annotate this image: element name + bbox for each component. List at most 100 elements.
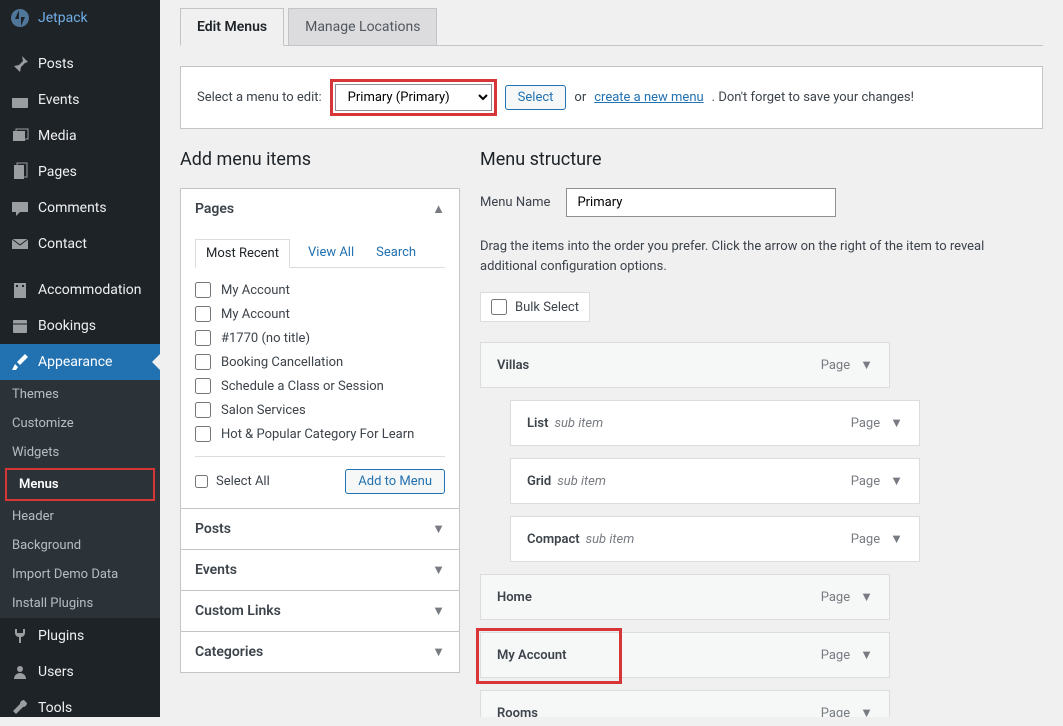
comments-icon [10,198,30,218]
sidebar-item-posts[interactable]: Posts [0,46,160,82]
menu-item-rooms[interactable]: Rooms Page▼ [480,690,890,717]
accordion-custom-links-header[interactable]: Custom Links ▼ [181,591,459,631]
menu-item-compact[interactable]: Compactsub item Page▼ [510,516,920,562]
page-checkbox[interactable] [195,354,211,370]
page-checkbox[interactable] [195,378,211,394]
tab-manage-locations[interactable]: Manage Locations [288,8,437,45]
sidebar-item-contact[interactable]: Contact [0,226,160,262]
sidebar-label: Plugins [38,628,84,644]
pages-list[interactable]: My Account My Account #1770 (no title) B… [195,278,445,446]
sub-customize[interactable]: Customize [0,409,160,438]
menu-item-grid[interactable]: Gridsub item Page▼ [510,458,920,504]
tab-most-recent[interactable]: Most Recent [195,239,290,268]
menu-item-title: List [527,416,548,431]
page-label: Schedule a Class or Session [221,379,384,394]
page-checkbox[interactable] [195,306,211,322]
wrench-icon [10,698,30,718]
accordion-pages-label: Pages [195,201,234,217]
sidebar-label: Appearance [38,354,112,370]
sub-themes[interactable]: Themes [0,380,160,409]
users-icon [10,662,30,682]
building-icon [10,280,30,300]
chevron-down-icon[interactable]: ▼ [860,705,873,717]
menu-item-title: Compact [527,532,580,547]
jetpack-icon [10,8,30,28]
list-item: #1770 (no title) [195,326,445,350]
nav-tabs: Edit Menus Manage Locations [180,8,1043,46]
sidebar-item-accommodation[interactable]: Accommodation [0,272,160,308]
tab-search[interactable]: Search [372,239,420,267]
sidebar-item-comments[interactable]: Comments [0,190,160,226]
sub-item-label: sub item [554,416,603,431]
page-checkbox[interactable] [195,402,211,418]
menu-select-bar: Select a menu to edit: Primary (Primary)… [180,66,1043,129]
sidebar-label: Media [38,128,77,144]
select-button[interactable]: Select [505,85,567,110]
chevron-down-icon[interactable]: ▼ [890,473,903,489]
sidebar-label: Users [38,664,74,680]
sidebar-label: Tools [38,700,72,716]
chevron-down-icon[interactable]: ▼ [890,415,903,431]
sidebar-label: Pages [38,164,77,180]
sidebar-item-tools[interactable]: Tools [0,690,160,726]
page-checkbox[interactable] [195,282,211,298]
sidebar-item-jetpack[interactable]: Jetpack [0,0,160,36]
menu-select-dropdown[interactable]: Primary (Primary) [335,84,492,111]
sidebar-label: Events [38,92,79,108]
sub-menus[interactable]: Menus [5,468,155,501]
accordion-pages-header[interactable]: Pages ▲ [181,189,459,229]
accordion-label: Custom Links [195,603,281,619]
bulk-select-checkbox[interactable] [491,299,507,315]
chevron-down-icon[interactable]: ▼ [860,357,873,373]
menu-item-list[interactable]: List sub item Page ▼ [510,400,920,446]
add-menu-items-column: Add menu items Pages ▲ Most Recent View … [180,149,460,717]
tab-edit-menus[interactable]: Edit Menus [180,8,284,46]
sidebar-item-appearance[interactable]: Appearance [0,344,160,380]
select-all-checkbox[interactable] [195,475,208,488]
sub-install-plugins[interactable]: Install Plugins [0,589,160,618]
accordion-custom-links: Custom Links ▼ [180,590,460,632]
accordion-posts-header[interactable]: Posts ▼ [181,509,459,549]
menu-item-villas[interactable]: Villas Page▼ [480,342,890,388]
select-menu-label: Select a menu to edit: [197,90,322,105]
sidebar-label: Posts [38,56,74,72]
sidebar-item-media[interactable]: Media [0,118,160,154]
list-item: Salon Services [195,398,445,422]
page-label: Booking Cancellation [221,355,343,370]
caret-up-icon: ▲ [432,201,445,217]
page-checkbox[interactable] [195,330,211,346]
sidebar-item-pages[interactable]: Pages [0,154,160,190]
sub-background[interactable]: Background [0,531,160,560]
chevron-down-icon[interactable]: ▼ [860,647,873,663]
chevron-down-icon[interactable]: ▼ [890,531,903,547]
menu-item-type: Page [851,416,880,431]
sidebar-item-events[interactable]: Events [0,82,160,118]
page-checkbox[interactable] [195,426,211,442]
menu-item-home[interactable]: Home Page▼ [480,574,890,620]
accordion-label: Posts [195,521,231,537]
menu-name-input[interactable] [566,188,836,217]
menu-item-my-account[interactable]: My Account Page▼ [480,632,890,678]
caret-down-icon: ▼ [432,603,445,619]
bookings-icon [10,316,30,336]
sidebar-item-plugins[interactable]: Plugins [0,618,160,654]
accordion-categories-header[interactable]: Categories ▼ [181,632,459,672]
accordion-label: Events [195,562,237,578]
menu-structure-column: Menu structure Menu Name Drag the items … [480,149,1043,717]
page-label: #1770 (no title) [221,331,310,346]
menu-item-title: My Account [497,648,567,663]
chevron-down-icon[interactable]: ▼ [860,589,873,605]
tab-view-all[interactable]: View All [304,239,358,267]
sidebar-item-bookings[interactable]: Bookings [0,308,160,344]
pages-icon [10,162,30,182]
add-to-menu-button[interactable]: Add to Menu [345,469,445,494]
sub-item-label: sub item [586,532,635,547]
sub-import-demo[interactable]: Import Demo Data [0,560,160,589]
sidebar-label: Contact [38,236,87,252]
sidebar-item-users[interactable]: Users [0,654,160,690]
accordion-events-header[interactable]: Events ▼ [181,550,459,590]
create-menu-link[interactable]: create a new menu [594,90,703,105]
sidebar-label: Accommodation [38,282,142,298]
sub-header[interactable]: Header [0,502,160,531]
sub-widgets[interactable]: Widgets [0,438,160,467]
